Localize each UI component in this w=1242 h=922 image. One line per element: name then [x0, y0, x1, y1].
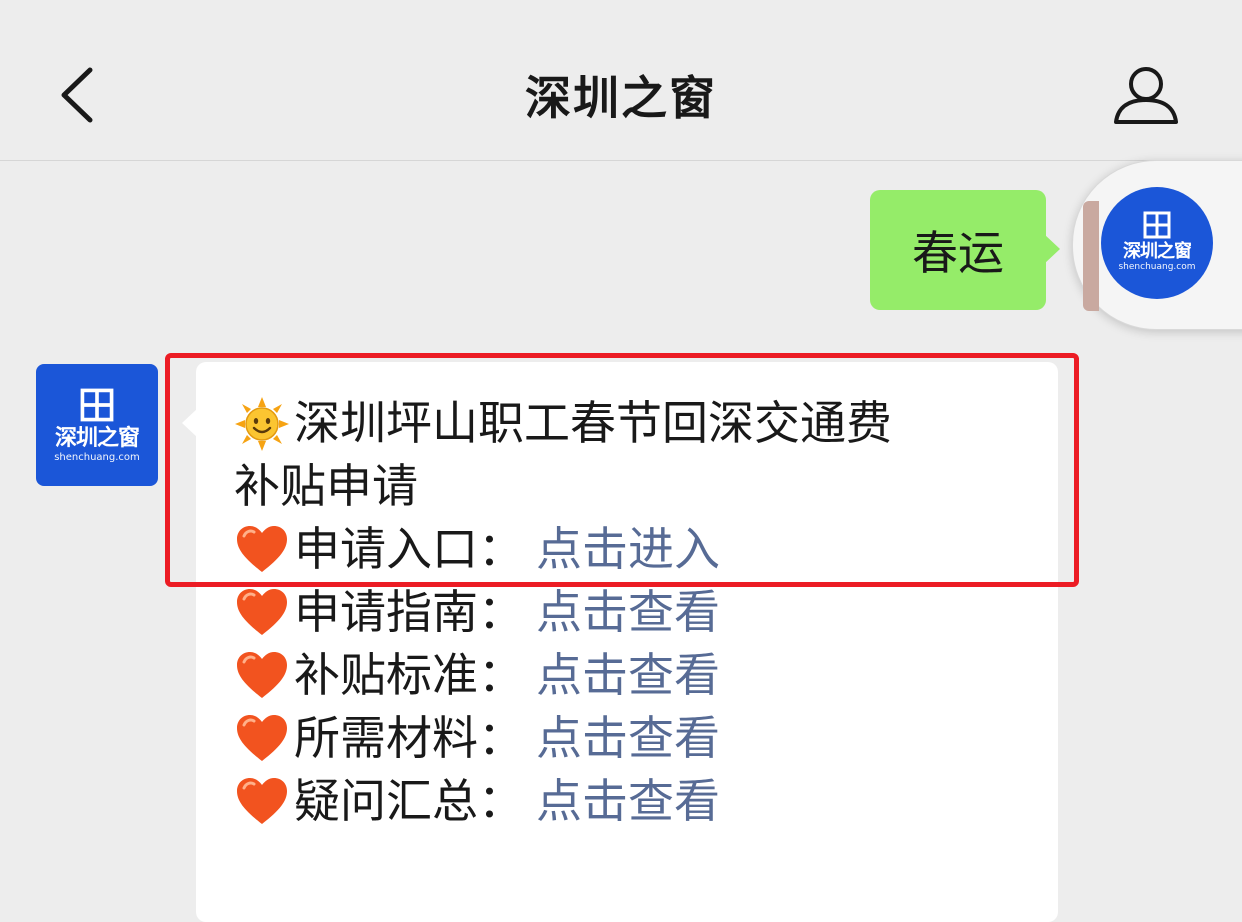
- message-title-continued: 补贴申请: [234, 459, 418, 513]
- sender-avatar[interactable]: 深圳之窗 shenchuang.com: [36, 364, 158, 486]
- menu-item-label: 所需材料：: [294, 711, 524, 765]
- menu-item-label: 补贴标准：: [294, 648, 524, 702]
- sun-emoji-icon: [235, 396, 289, 451]
- menu-item: 申请入口： 点击进入: [234, 518, 1034, 581]
- top-bar: 深圳之窗: [0, 0, 1242, 161]
- orange-heart-icon: [237, 588, 287, 635]
- menu-item-link[interactable]: 点击查看: [536, 770, 720, 833]
- menu-item-link[interactable]: 点击查看: [536, 581, 720, 644]
- logo-subtext: shenchuang.com: [1118, 262, 1196, 272]
- window-logo-icon: [80, 388, 114, 422]
- orange-heart-icon: [237, 714, 287, 761]
- orange-heart-icon: [237, 525, 287, 572]
- floating-window[interactable]: 深圳之窗 shenchuang.com: [1072, 160, 1242, 330]
- menu-item: 申请指南： 点击查看: [234, 581, 1034, 644]
- outgoing-message-text: 春运: [912, 226, 1004, 280]
- menu-item: 补贴标准： 点击查看: [234, 644, 1034, 707]
- brand-logo-avatar: 深圳之窗 shenchuang.com: [1101, 187, 1213, 299]
- menu-item: 疑问汇总： 点击查看: [234, 770, 1034, 833]
- message-title-line: 补贴申请: [234, 455, 1034, 518]
- outgoing-message-bubble[interactable]: 春运: [870, 190, 1060, 310]
- menu-item: 所需材料： 点击查看: [234, 707, 1034, 770]
- menu-item-link[interactable]: 点击查看: [536, 644, 720, 707]
- menu-item-label: 疑问汇总：: [294, 774, 524, 828]
- bubble-tail: [1044, 234, 1060, 264]
- menu-item-label: 申请指南：: [294, 585, 524, 639]
- user-icon: [1114, 67, 1178, 124]
- logo-text: 深圳之窗: [1123, 241, 1192, 262]
- orange-heart-icon: [237, 651, 287, 698]
- menu-item-label: 申请入口：: [294, 522, 524, 576]
- bubble-tail: [182, 408, 198, 438]
- message-title: 深圳坪山职工春节回深交通费: [294, 396, 892, 450]
- incoming-message-bubble: 深圳坪山职工春节回深交通费 补贴申请 申请入口： 点击进入 申请指南： 点击查看: [182, 362, 1058, 922]
- menu-item-link[interactable]: 点击查看: [536, 707, 720, 770]
- message-content: 深圳坪山职工春节回深交通费 补贴申请 申请入口： 点击进入 申请指南： 点击查看: [234, 392, 1034, 833]
- user-avatar-peek: [1083, 201, 1099, 311]
- window-logo-icon: [1143, 211, 1171, 239]
- logo-subtext: shenchuang.com: [54, 452, 140, 463]
- page-title: 深圳之窗: [525, 71, 717, 125]
- logo-text: 深圳之窗: [54, 426, 140, 451]
- message-title-line: 深圳坪山职工春节回深交通费: [234, 392, 1034, 455]
- orange-heart-icon: [237, 777, 287, 824]
- menu-item-link[interactable]: 点击进入: [536, 518, 720, 581]
- profile-button[interactable]: [1110, 62, 1182, 128]
